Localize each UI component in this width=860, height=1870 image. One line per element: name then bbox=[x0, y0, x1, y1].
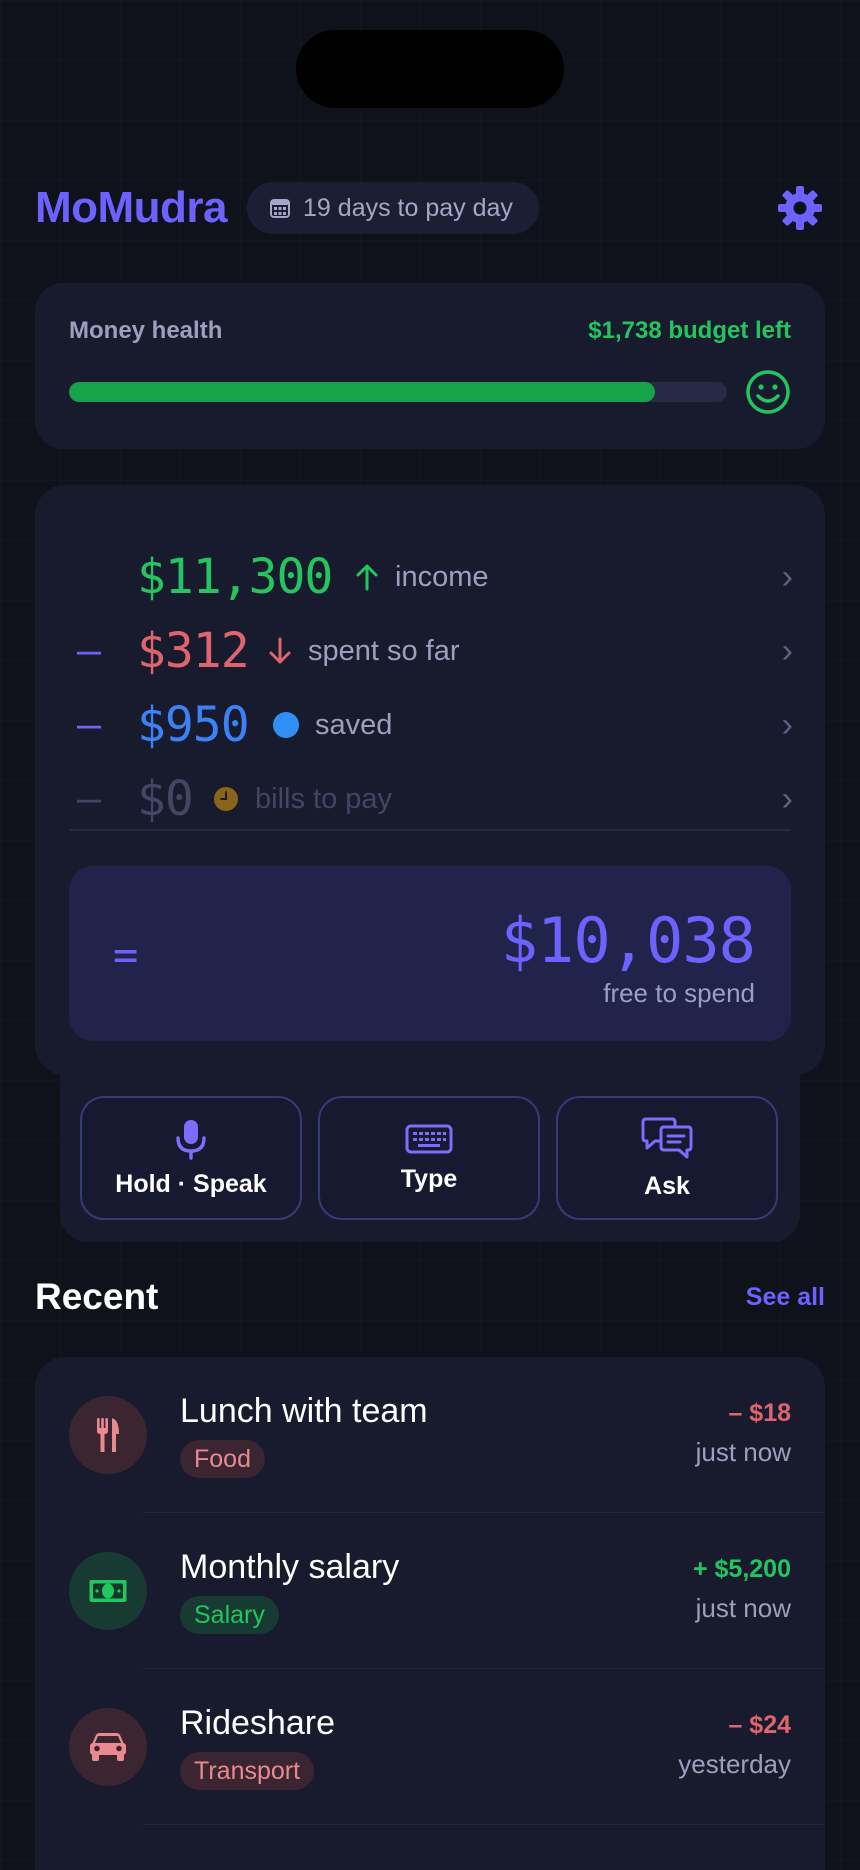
saved-label: saved bbox=[315, 708, 393, 741]
transaction-time: just now bbox=[695, 1593, 791, 1623]
transaction-time: yesterday bbox=[678, 1749, 791, 1779]
transaction-amount: – $24 bbox=[728, 1711, 791, 1739]
type-label: Type bbox=[400, 1164, 458, 1193]
saved-sign: – bbox=[77, 702, 102, 748]
spent-sign: – bbox=[77, 628, 102, 674]
payday-text: 19 days to pay day bbox=[303, 193, 513, 222]
free-to-spend-amount: $10,038 bbox=[500, 904, 756, 977]
arrow-up-icon bbox=[356, 564, 378, 591]
transaction-title: Monthly salary bbox=[180, 1548, 400, 1586]
budget-summary-card: $11,300 income › – $312 spent so far › –… bbox=[35, 485, 825, 1075]
type-button[interactable]: Type bbox=[318, 1096, 540, 1220]
transaction-title: Lunch with team bbox=[180, 1392, 428, 1430]
transaction-amount: + $5,200 bbox=[692, 1555, 791, 1583]
microphone-icon bbox=[176, 1119, 206, 1160]
money-health-label: Money health bbox=[69, 317, 223, 344]
ask-button[interactable]: Ask bbox=[556, 1096, 778, 1220]
saved-amount: $950 bbox=[137, 697, 250, 753]
see-all-link[interactable]: See all bbox=[746, 1283, 825, 1312]
chat-bubbles-icon bbox=[641, 1117, 693, 1158]
settings-button[interactable] bbox=[775, 183, 825, 233]
keyboard-icon bbox=[405, 1124, 453, 1153]
car-icon bbox=[90, 1733, 126, 1761]
chevron-right-icon: › bbox=[781, 631, 793, 670]
income-amount: $11,300 bbox=[137, 549, 333, 605]
fork-knife-icon bbox=[97, 1418, 119, 1452]
income-row[interactable]: $11,300 income › bbox=[35, 547, 825, 607]
quick-actions-tray: Hold · Speak Type Ask bbox=[60, 1072, 800, 1242]
category-tag: Food bbox=[180, 1440, 265, 1478]
row-divider bbox=[143, 1824, 825, 1825]
income-label: income bbox=[395, 560, 489, 593]
bills-row[interactable]: – $0 bills to pay › bbox=[35, 769, 825, 829]
smiley-icon bbox=[746, 370, 790, 414]
transaction-time: just now bbox=[695, 1437, 791, 1467]
spent-amount: $312 bbox=[137, 623, 250, 679]
free-to-spend-box: = $10,038 free to spend bbox=[69, 866, 791, 1041]
transaction-title: Rideshare bbox=[180, 1704, 335, 1742]
category-tag: Salary bbox=[180, 1596, 279, 1634]
blue-dot-icon bbox=[273, 712, 299, 738]
calendar-icon bbox=[270, 199, 291, 218]
list-item[interactable]: Monthly salary Salary + $5,200 just now bbox=[35, 1513, 825, 1669]
money-health-bar bbox=[69, 382, 727, 402]
summary-divider bbox=[69, 829, 791, 831]
device-notch bbox=[296, 30, 564, 108]
recent-transactions-list: Lunch with team Food – $18 just now Mont… bbox=[35, 1357, 825, 1870]
money-health-fill bbox=[69, 382, 655, 402]
payday-pill[interactable]: 19 days to pay day bbox=[247, 182, 539, 234]
transaction-icon-bg bbox=[69, 1552, 147, 1630]
money-health-card: Money health $1,738 budget left bbox=[35, 283, 825, 449]
transaction-amount: – $18 bbox=[728, 1399, 791, 1427]
transaction-icon-bg bbox=[69, 1708, 147, 1786]
bills-sign: – bbox=[77, 776, 102, 822]
list-item[interactable]: Rideshare Transport – $24 yesterday bbox=[35, 1669, 825, 1825]
ask-label: Ask bbox=[644, 1171, 690, 1200]
recent-header: Recent See all bbox=[35, 1276, 825, 1318]
spent-label: spent so far bbox=[308, 634, 460, 667]
brand-logo: MoMudra bbox=[35, 183, 228, 232]
chevron-right-icon: › bbox=[781, 779, 793, 818]
recent-title: Recent bbox=[35, 1276, 159, 1317]
hold-speak-label: Hold · Speak bbox=[115, 1169, 267, 1198]
spent-row[interactable]: – $312 spent so far › bbox=[35, 621, 825, 681]
clock-icon bbox=[214, 787, 238, 811]
arrow-down-icon bbox=[269, 637, 291, 664]
bills-label: bills to pay bbox=[255, 782, 393, 815]
app-header: MoMudra 19 days to pay day bbox=[35, 180, 825, 236]
hold-speak-button[interactable]: Hold · Speak bbox=[80, 1096, 302, 1220]
chevron-right-icon: › bbox=[781, 557, 793, 596]
chevron-right-icon: › bbox=[781, 705, 793, 744]
transaction-icon-bg bbox=[69, 1396, 147, 1474]
bills-amount: $0 bbox=[137, 771, 194, 827]
equals-sign: = bbox=[113, 930, 139, 979]
gear-icon bbox=[778, 186, 822, 230]
category-tag: Transport bbox=[180, 1752, 315, 1790]
free-to-spend-label: free to spend bbox=[603, 978, 755, 1008]
list-item[interactable]: Lunch with team Food – $18 just now bbox=[35, 1357, 825, 1513]
cash-icon bbox=[89, 1580, 127, 1602]
saved-row[interactable]: – $950 saved › bbox=[35, 695, 825, 755]
budget-left-text: $1,738 budget left bbox=[588, 317, 791, 344]
